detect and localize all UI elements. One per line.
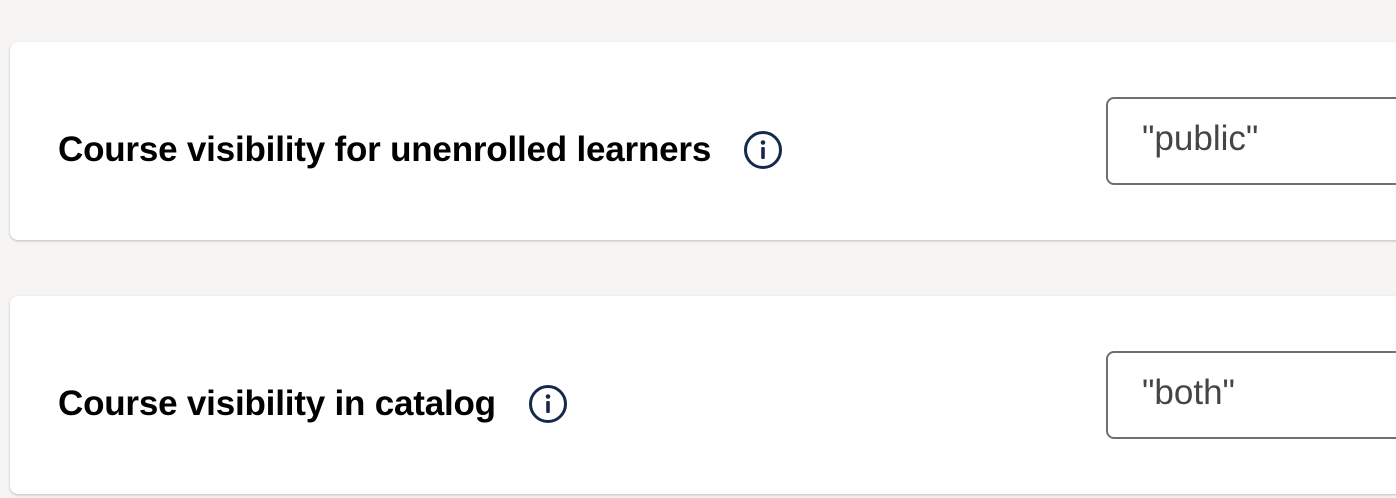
setting-label: Course visibility for unenrolled learner… (58, 130, 712, 169)
setting-value: "public" (1142, 119, 1259, 158)
setting-card-unenrolled-visibility: Course visibility for unenrolled learner… (10, 42, 1396, 240)
setting-card-catalog-visibility: Course visibility in catalog "both" (10, 296, 1396, 494)
setting-value-field[interactable]: "public" (1106, 97, 1396, 185)
setting-label: Course visibility in catalog (58, 384, 496, 423)
setting-label-row: Course visibility in catalog (58, 384, 568, 424)
setting-label-row: Course visibility for unenrolled learner… (58, 130, 783, 170)
info-circle-icon[interactable] (743, 130, 783, 170)
setting-value: "both" (1142, 373, 1235, 412)
setting-value-field[interactable]: "both" (1106, 351, 1396, 439)
info-circle-icon[interactable] (528, 384, 568, 424)
